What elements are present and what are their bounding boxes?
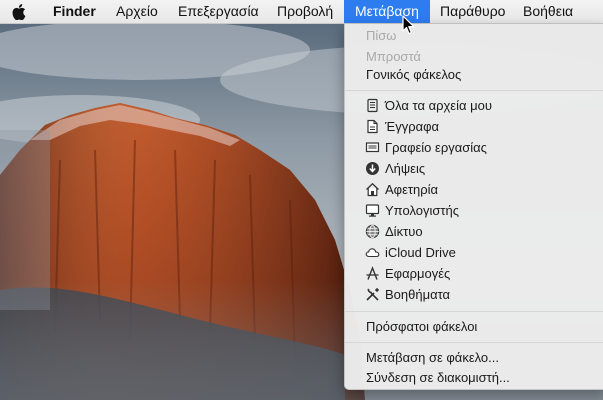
home-icon [366,182,379,197]
menu-separator [345,90,603,91]
menu-edit[interactable]: Επεξεργασία [178,0,259,23]
menu-go[interactable]: Μετάβαση [344,0,430,23]
menu-item-utilities[interactable]: Βοηθήματα [345,284,603,305]
menu-item-label: Πίσω [366,28,397,43]
menu-item-label: Αφετηρία [385,182,439,197]
desktop-icon [365,142,380,153]
icloud-icon [365,248,380,258]
menu-view[interactable]: Προβολή [277,0,333,23]
menu-item-label: Όλα τα αρχεία μου [385,98,492,113]
menu-item-all-my-files[interactable]: Όλα τα αρχεία μου [345,95,603,116]
menu-item-label: Υπολογιστής [385,203,460,218]
menu-item-applications[interactable]: Εφαρμογές [345,263,603,284]
menu-item-documents[interactable]: Έγγραφα [345,116,603,137]
menu-item-label: Σύνδεση σε διακομιστή... [366,370,510,385]
menu-item-label: Πρόσφατοι φάκελοι [366,319,478,334]
menu-item-label: Μετάβαση σε φάκελο... [366,350,499,365]
menu-separator [345,311,603,312]
menu-item-network[interactable]: Δίκτυο [345,221,603,242]
menu-item-recent-folders[interactable]: Πρόσφατοι φάκελοι [345,316,603,337]
mouse-cursor-icon [402,15,415,35]
menu-item-label: iCloud Drive [385,245,456,260]
menu-window[interactable]: Παράθυρο [440,0,505,23]
menu-item-label: Λήψεις [385,161,426,176]
menu-item-back: Πίσω [345,25,603,46]
menu-item-enclosing-folder[interactable]: Γονικός φάκελος [345,64,603,85]
menu-item-home[interactable]: Αφετηρία [345,179,603,200]
menu-finder[interactable]: Finder [53,0,96,23]
menu-item-label: Βοηθήματα [385,287,451,302]
network-icon [365,224,380,239]
documents-icon [367,119,378,134]
menu-bar: Finder Αρχείο Επεξεργασία Προβολή Μετάβα… [0,0,603,24]
go-menu-dropdown: Πίσω Μπροστά Γονικός φάκελος Όλα τα αρχε… [344,24,603,390]
menu-item-desktop[interactable]: Γραφείο εργασίας [345,137,603,158]
apple-logo-icon[interactable] [10,0,28,23]
desktop-screen: Finder Αρχείο Επεξεργασία Προβολή Μετάβα… [0,0,603,400]
menu-item-connect-to-server[interactable]: Σύνδεση σε διακομιστή... [345,367,603,388]
all-files-icon [367,98,378,113]
applications-icon [366,266,379,280]
menu-item-label: Γονικός φάκελος [366,67,462,82]
menu-file[interactable]: Αρχείο [116,0,158,23]
computer-icon [365,204,380,217]
menu-item-computer[interactable]: Υπολογιστής [345,200,603,221]
menu-item-label: Εφαρμογές [385,266,451,281]
menu-item-go-to-folder[interactable]: Μετάβαση σε φάκελο... [345,347,603,368]
menu-item-icloud-drive[interactable]: iCloud Drive [345,242,603,263]
menu-separator [345,342,603,343]
menu-item-label: Έγγραφα [385,119,440,134]
downloads-icon [366,162,379,175]
menu-help[interactable]: Βοήθεια [523,0,573,23]
menu-item-label: Δίκτυο [385,224,423,239]
menu-item-downloads[interactable]: Λήψεις [345,158,603,179]
menu-item-label: Γραφείο εργασίας [385,140,487,155]
utilities-icon [366,287,380,301]
